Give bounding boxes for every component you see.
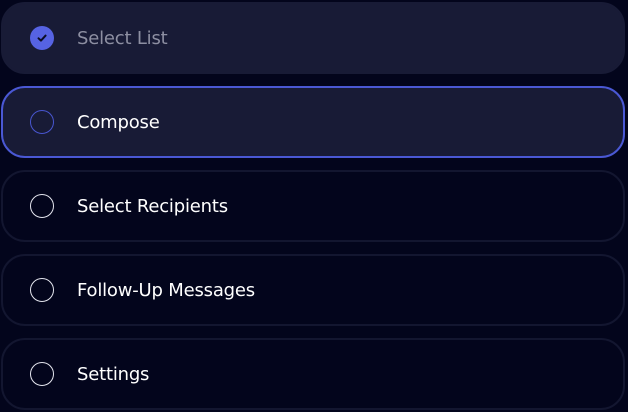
step-label: Select List <box>77 27 168 49</box>
step-label: Follow-Up Messages <box>77 279 255 301</box>
step-radio-icon <box>30 110 54 134</box>
step-select-recipients[interactable]: Select Recipients <box>1 170 625 242</box>
step-label: Settings <box>77 363 150 385</box>
step-complete-check-icon <box>30 26 54 50</box>
step-radio-icon <box>30 278 54 302</box>
step-select-list[interactable]: Select List <box>1 2 625 74</box>
step-label: Select Recipients <box>77 195 228 217</box>
step-compose[interactable]: Compose <box>1 86 625 158</box>
step-settings[interactable]: Settings <box>1 338 625 410</box>
step-radio-icon <box>30 194 54 218</box>
stepper: Select List Compose Select Recipients Fo… <box>0 0 628 412</box>
step-label: Compose <box>77 111 160 133</box>
step-radio-icon <box>30 362 54 386</box>
step-follow-up-messages[interactable]: Follow-Up Messages <box>1 254 625 326</box>
